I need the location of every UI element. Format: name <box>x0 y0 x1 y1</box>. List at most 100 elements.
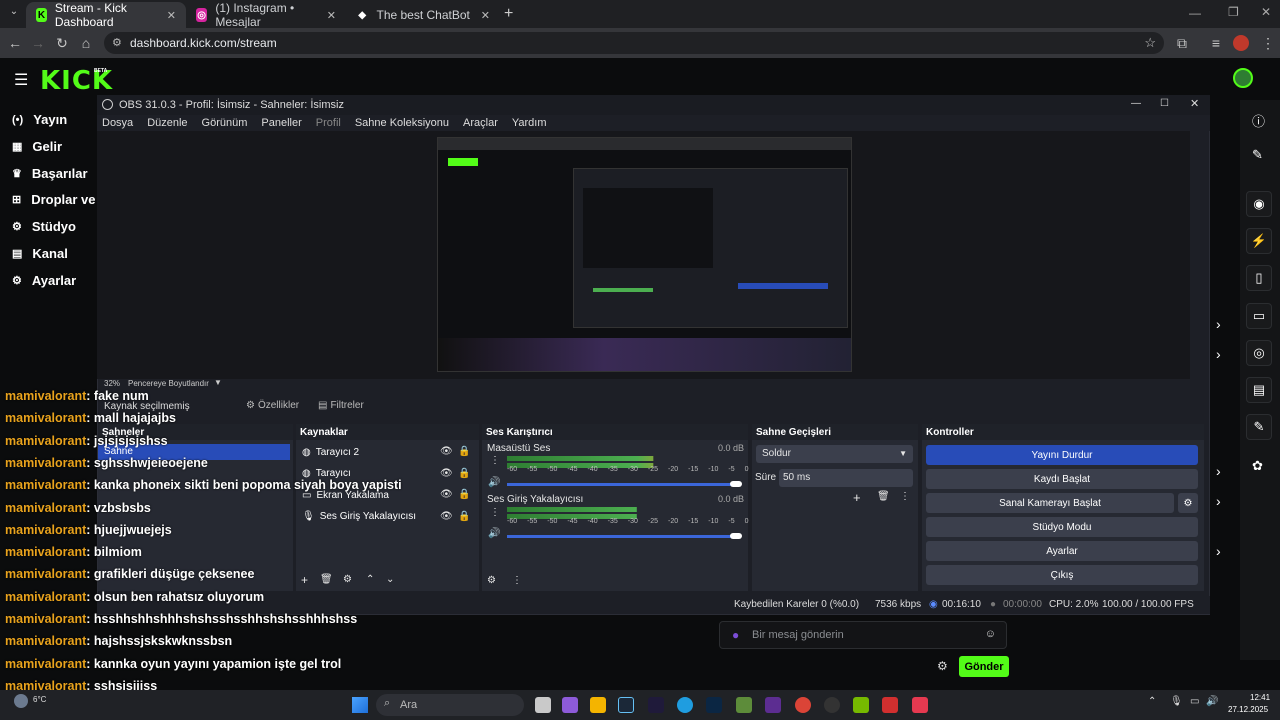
new-tab-icon[interactable]: + <box>504 5 513 23</box>
profile-avatar[interactable] <box>1233 35 1249 51</box>
wrench-icon[interactable]: ✎ <box>1246 414 1272 440</box>
weather-icon[interactable] <box>14 694 28 708</box>
valorant-icon[interactable] <box>912 697 928 713</box>
lock-icon[interactable]: 🔒 <box>458 489 470 500</box>
lock-icon[interactable]: 🔒 <box>458 446 470 457</box>
chat-username[interactable]: mamivalorant <box>5 634 86 648</box>
url-input[interactable]: ⚙ dashboard.kick.com/stream ☆ <box>104 32 1164 54</box>
menu-dosya[interactable]: Dosya <box>102 117 133 129</box>
sidebar-item-droplar[interactable]: ⊞ Droplar ve ö <box>12 192 107 207</box>
menu-paneller[interactable]: Paneller <box>261 117 301 129</box>
close-window-icon[interactable]: ✕ <box>1261 5 1271 19</box>
nvidia-icon[interactable] <box>853 697 869 713</box>
emoji-icon[interactable]: ☺ <box>985 628 996 640</box>
clipboard-icon[interactable]: ▯ <box>1246 265 1272 291</box>
tab-kick-dashboard[interactable]: K Stream - Kick Dashboard ✕ <box>26 1 186 29</box>
camera-icon[interactable]: ◉ <box>1246 191 1272 217</box>
info-icon[interactable]: ⓘ <box>1252 111 1265 130</box>
chat-icon[interactable]: ▭ <box>1246 303 1272 329</box>
menu-gorunum[interactable]: Görünüm <box>202 117 248 129</box>
broadcast-rail-icon[interactable]: ◎ <box>1246 340 1272 366</box>
chat-username[interactable]: mamivalorant <box>5 612 86 626</box>
chat-settings-icon[interactable]: ⚙ <box>937 659 948 673</box>
sidebar-item-ayarlar[interactable]: ⚙ Ayarlar <box>12 273 76 288</box>
volume-knob[interactable] <box>730 481 742 487</box>
mic-tray-icon[interactable]: 🎙 <box>1170 696 1183 707</box>
source-settings-icon[interactable]: ⚙ <box>343 574 352 585</box>
home-icon[interactable]: ⌂ <box>76 33 96 53</box>
close-tab-icon[interactable]: ✕ <box>327 9 336 22</box>
menu-profil[interactable]: Profil <box>316 117 341 129</box>
steam-icon[interactable] <box>618 697 634 713</box>
chat-username[interactable]: mamivalorant <box>5 501 86 515</box>
sidebar-item-basarilar[interactable]: ♛ Başarılar <box>12 166 88 181</box>
menu-araclar[interactable]: Araçlar <box>463 117 498 129</box>
chat-username[interactable]: mamivalorant <box>5 657 86 671</box>
photoshop-icon[interactable] <box>706 697 722 713</box>
obs-maximize-icon[interactable]: ☐ <box>1160 98 1169 109</box>
sidebar-item-yayin[interactable]: (•) Yayın <box>12 112 67 127</box>
obs-taskbar-icon[interactable] <box>824 697 840 713</box>
user-avatar[interactable] <box>1233 68 1253 88</box>
network-icon[interactable]: ▭ <box>1190 696 1199 707</box>
reading-list-icon[interactable]: ≡ <box>1206 33 1226 53</box>
chat-message-input[interactable]: ● Bir mesaj gönderin ☺ <box>719 621 1007 649</box>
site-info-icon[interactable]: ⚙ <box>112 36 122 49</box>
chrome-icon[interactable] <box>795 697 811 713</box>
chat-username[interactable]: mamivalorant <box>5 567 86 581</box>
start-recording-button[interactable]: Kaydı Başlat <box>926 469 1198 489</box>
filters-button[interactable]: ▤ Filtreler <box>318 400 364 411</box>
vs-icon[interactable] <box>765 697 781 713</box>
delete-source-icon[interactable]: 🗑 <box>320 574 333 585</box>
folder-icon[interactable] <box>590 697 606 713</box>
studio-mode-button[interactable]: Stüdyo Modu <box>926 517 1198 537</box>
transition-menu-icon[interactable]: ⋮ <box>900 491 910 502</box>
exit-button[interactable]: Çıkış <box>926 565 1198 585</box>
obs-minimize-icon[interactable]: — <box>1131 98 1141 109</box>
tab-instagram[interactable]: ◎ (1) Instagram • Mesajlar ✕ <box>186 1 346 29</box>
stop-stream-button[interactable]: Yayını Durdur <box>926 445 1198 465</box>
speaker-icon[interactable]: 🔊 <box>488 477 500 488</box>
obs-close-icon[interactable]: ✕ <box>1190 97 1199 110</box>
volume-knob[interactable] <box>730 533 742 539</box>
hamburger-menu-icon[interactable]: ☰ <box>14 70 28 90</box>
minecraft-icon[interactable] <box>736 697 752 713</box>
properties-button[interactable]: ⚙ Özellikler <box>246 400 299 411</box>
back-icon[interactable]: ← <box>5 33 25 53</box>
chevron-right-icon[interactable]: › <box>1216 493 1221 509</box>
start-icon[interactable] <box>352 697 368 713</box>
volume-icon[interactable]: 🔊 <box>1206 696 1218 707</box>
chat-username[interactable]: mamivalorant <box>5 456 86 470</box>
lightning-icon[interactable]: ⚡ <box>1246 228 1272 254</box>
chevron-right-icon[interactable]: › <box>1216 346 1221 362</box>
layout-icon[interactable]: ▤ <box>1246 377 1272 403</box>
restore-window-icon[interactable]: ❐ <box>1228 5 1239 19</box>
sidebar-item-gelir[interactable]: ▦ Gelir <box>12 139 62 154</box>
lock-icon[interactable]: 🔒 <box>458 511 470 522</box>
bookmark-star-icon[interactable]: ☆ <box>1144 35 1156 51</box>
channel-menu-icon[interactable]: ⋮ <box>490 507 500 518</box>
sidebar-item-kanal[interactable]: ▤ Kanal <box>12 246 68 261</box>
chevron-down-icon[interactable]: ▼ <box>214 378 222 387</box>
copilot-icon[interactable] <box>562 697 578 713</box>
source-tarayici-2[interactable]: ◍ Tarayıcı 2 <box>302 447 359 458</box>
visibility-eye-icon[interactable]: 👁 <box>440 468 453 479</box>
delete-transition-icon[interactable]: 🗑 <box>877 491 890 502</box>
send-button[interactable]: Gönder <box>959 656 1009 677</box>
palette-icon[interactable]: ✿ <box>1252 458 1263 474</box>
speaker-icon[interactable]: 🔊 <box>488 528 500 539</box>
transition-type-select[interactable]: Soldur ▼ <box>756 445 913 463</box>
chevron-right-icon[interactable]: › <box>1216 543 1221 559</box>
chevron-right-icon[interactable]: › <box>1216 463 1221 479</box>
lock-icon[interactable]: 🔒 <box>458 468 470 479</box>
taskbar-search[interactable]: ⌕ Ara <box>376 694 524 716</box>
volume-slider[interactable] <box>507 535 740 538</box>
visibility-eye-icon[interactable]: 👁 <box>440 511 453 522</box>
sidebar-item-studyo[interactable]: ⚙ Stüdyo <box>12 219 76 234</box>
move-down-icon[interactable]: ⌄ <box>386 574 394 585</box>
menu-sahne-koleksiyonu[interactable]: Sahne Koleksiyonu <box>355 117 449 129</box>
forward-icon[interactable]: → <box>28 33 48 53</box>
mixer-menu-icon[interactable]: ⋮ <box>512 575 522 586</box>
tray-chevron-icon[interactable]: ⌃ <box>1148 696 1156 707</box>
close-tab-icon[interactable]: ✕ <box>481 9 490 22</box>
